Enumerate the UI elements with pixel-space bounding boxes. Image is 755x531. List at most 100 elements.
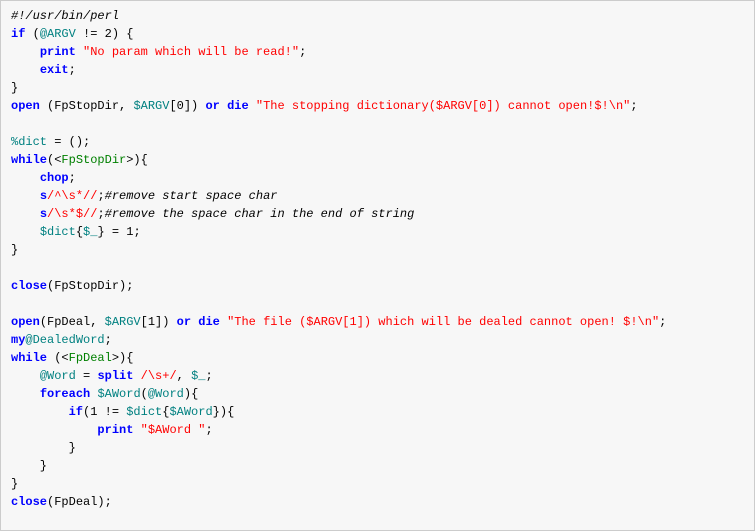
code-line: } [11,241,744,259]
code-token: close [11,279,47,293]
code-token: my [11,333,25,347]
code-token: or [177,315,191,329]
code-token: , [177,369,191,383]
code-token: $ARGV [133,99,169,113]
code-line: close(FpStopDir); [11,277,744,295]
code-token: %dict [11,135,47,149]
code-token: ){ [184,387,198,401]
code-line [11,295,744,313]
code-token: /\s+/ [141,369,177,383]
code-token [11,171,40,185]
code-token [11,369,40,383]
code-line: #!/usr/bin/perl [11,7,744,25]
code-token: #!/usr/bin/perl [11,9,119,23]
code-token: @DealedWord [25,333,104,347]
code-line: chop; [11,169,744,187]
code-token: "No param which will be read!" [83,45,299,59]
code-token: chop [40,171,69,185]
code-token: #remove the space char in the end of str… [105,207,415,221]
code-token: $AWord [97,387,140,401]
code-token: (FpStopDir); [47,279,133,293]
code-line: foreach $AWord(@Word){ [11,385,744,403]
code-token: ; [299,45,306,59]
code-line: s/\s*$//;#remove the space char in the e… [11,205,744,223]
code-token [249,99,256,113]
code-token: close [11,495,47,509]
code-token: @Word [148,387,184,401]
code-line: $dict{$_} = 1; [11,223,744,241]
code-token: if [11,27,25,41]
code-token: } [11,459,47,473]
code-token: open [11,99,40,113]
code-token: @Word [40,369,76,383]
code-token: { [76,225,83,239]
code-token: $dict [126,405,162,419]
code-line: close(FpDeal); [11,493,744,511]
code-block: #!/usr/bin/perlif (@ARGV != 2) { print "… [0,0,755,531]
code-token: die [227,99,249,113]
code-token [11,405,69,419]
code-token: } [11,243,18,257]
code-token: ; [659,315,666,329]
code-line: } [11,475,744,493]
code-token: @ARGV [40,27,76,41]
code-token [220,99,227,113]
code-line [11,115,744,133]
code-token: print [40,45,76,59]
code-token: } [11,477,18,491]
code-token: (FpDeal, [40,315,105,329]
code-token: FpDeal [69,351,112,365]
code-token: $ARGV [105,315,141,329]
code-line: } [11,439,744,457]
code-token: ; [97,189,104,203]
code-token: $AWord [169,405,212,419]
code-token: != 2) { [76,27,134,41]
code-token: exit [40,63,69,77]
code-token: or [205,99,219,113]
code-token: }){ [213,405,235,419]
code-token [11,225,40,239]
code-token [11,63,40,77]
code-line: while(<FpStopDir>){ [11,151,744,169]
code-token: split [97,369,133,383]
code-token [133,369,140,383]
code-token: while [11,153,47,167]
code-token: #remove start space char [105,189,278,203]
code-token: s [40,207,47,221]
code-token [11,387,40,401]
code-line: if (@ARGV != 2) { [11,25,744,43]
code-token: "The file ($ARGV[1]) which will be deale… [227,315,659,329]
code-line: exit; [11,61,744,79]
code-token: [1]) [141,315,177,329]
code-token: >){ [126,153,148,167]
code-token: $_ [191,369,205,383]
code-line: if(1 != $dict{$AWord}){ [11,403,744,421]
code-line: print "No param which will be read!"; [11,43,744,61]
code-token: ; [630,99,637,113]
code-token: (< [47,153,61,167]
code-token: $dict [40,225,76,239]
code-line: my@DealedWord; [11,331,744,349]
code-token: while [11,351,47,365]
code-token [11,207,40,221]
code-line: while (<FpDeal>){ [11,349,744,367]
code-line: s/^\s*//;#remove start space char [11,187,744,205]
code-token: die [198,315,220,329]
code-token: (FpDeal); [47,495,112,509]
code-token: /^\s*// [47,189,97,203]
code-token: $_ [83,225,97,239]
code-line: open(FpDeal, $ARGV[1]) or die "The file … [11,313,744,331]
code-line: @Word = split /\s+/, $_; [11,367,744,385]
code-line: print "$AWord "; [11,421,744,439]
code-token: ( [141,387,148,401]
code-token [76,45,83,59]
code-token [11,189,40,203]
code-token: [0]) [169,99,205,113]
code-token: ; [205,369,212,383]
code-token [11,423,97,437]
code-token: open [11,315,40,329]
code-token: } = 1; [97,225,140,239]
code-token: "The stopping dictionary($ARGV[0]) canno… [256,99,630,113]
code-token: print [97,423,133,437]
code-token [220,315,227,329]
